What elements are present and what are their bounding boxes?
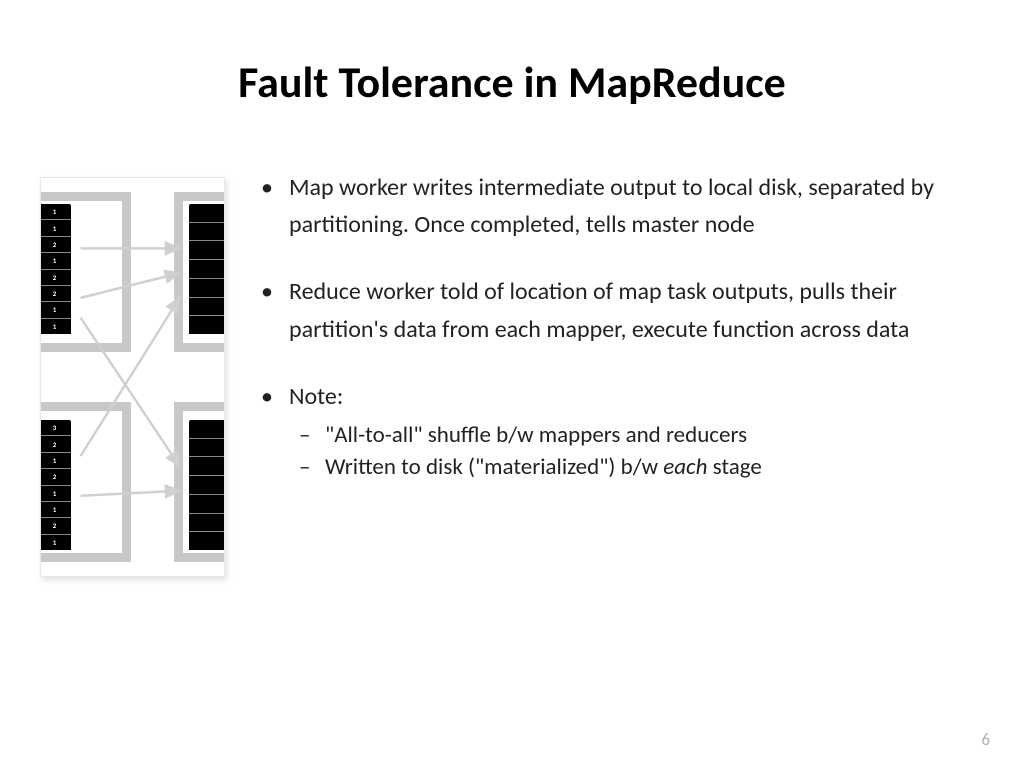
data-cell: 2 — [40, 286, 71, 302]
data-cell — [189, 439, 225, 458]
data-cell: 1 — [40, 502, 71, 518]
data-cell: 2 — [40, 270, 71, 286]
data-cell — [189, 495, 225, 514]
data-cell: 1 — [40, 453, 71, 469]
data-cell — [189, 279, 225, 298]
sub-bullet-text: Written to disk ("materialized") b/w — [325, 453, 663, 481]
data-cell: 1 — [40, 302, 71, 318]
data-cell: 1 — [40, 319, 71, 334]
bullet-item: Map worker writes intermediate output to… — [255, 169, 974, 243]
data-cell — [189, 316, 225, 334]
data-cell: 2 — [40, 237, 71, 253]
page-number: 6 — [981, 729, 990, 750]
data-cell: 1 — [40, 204, 71, 220]
sub-bullet-list: "All-to-all" shuffle b/w mappers and red… — [289, 419, 974, 483]
bullet-text: Note: — [289, 382, 343, 411]
bullet-content: Map worker writes intermediate output to… — [255, 169, 974, 577]
bullet-list: Map worker writes intermediate output to… — [255, 169, 974, 483]
bullet-item: Reduce worker told of location of map ta… — [255, 273, 974, 347]
reducer-data-2 — [189, 420, 225, 550]
sub-bullet-text-tail: stage — [707, 453, 761, 481]
mapper-data-1: 1 1 2 1 2 2 1 1 — [40, 204, 71, 334]
data-cell: 1 — [40, 535, 71, 550]
data-cell: 2 — [40, 469, 71, 485]
sub-bullet-item: Written to disk ("materialized") b/w eac… — [289, 451, 974, 483]
data-cell: 1 — [40, 253, 71, 269]
mapper-data-2: 3 2 1 2 1 1 2 1 — [40, 420, 71, 550]
slide-title: Fault Tolerance in MapReduce — [0, 0, 1024, 129]
data-cell — [189, 457, 225, 476]
data-cell — [189, 204, 225, 223]
data-cell — [189, 420, 225, 439]
data-cell — [189, 514, 225, 533]
diagram-column: 1 1 2 1 2 2 1 1 — [40, 169, 225, 577]
data-cell — [189, 532, 225, 550]
data-cell: 1 — [40, 486, 71, 502]
data-cell: 1 — [40, 220, 71, 236]
data-cell — [189, 298, 225, 317]
sub-bullet-item: "All-to-all" shuffle b/w mappers and red… — [289, 419, 974, 451]
data-cell — [189, 260, 225, 279]
italic-word: each — [663, 453, 707, 481]
data-cell — [189, 476, 225, 495]
data-cell — [189, 223, 225, 242]
data-cell: 3 — [40, 420, 71, 436]
data-cell: 2 — [40, 518, 71, 534]
content-row: 1 1 2 1 2 2 1 1 — [0, 129, 1024, 577]
data-cell — [189, 241, 225, 260]
data-cell: 2 — [40, 436, 71, 452]
bullet-item: Note: "All-to-all" shuffle b/w mappers a… — [255, 378, 974, 484]
mapreduce-diagram: 1 1 2 1 2 2 1 1 — [40, 177, 225, 577]
reducer-data-1 — [189, 204, 225, 334]
